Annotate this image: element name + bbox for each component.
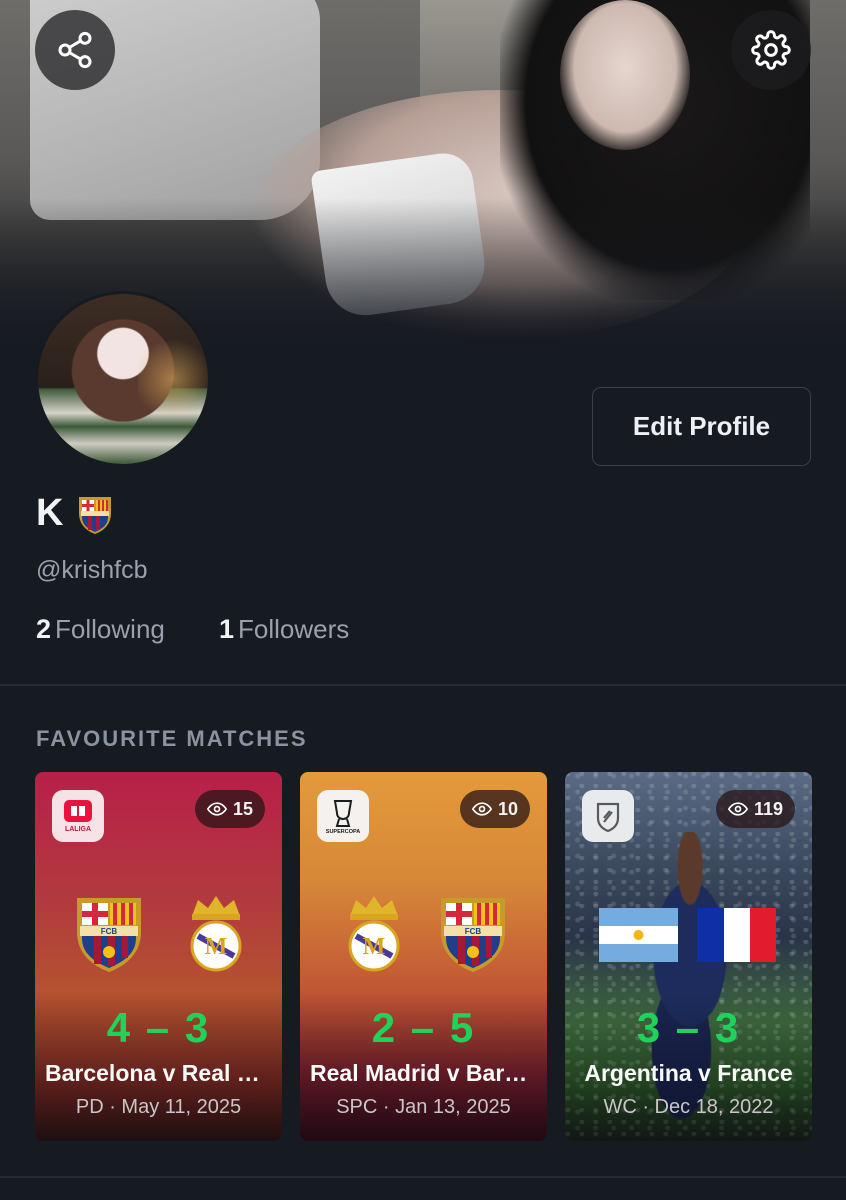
settings-button[interactable]	[731, 10, 811, 90]
laliga-logo: LALIGA	[52, 790, 104, 842]
profile-name: K	[36, 492, 64, 534]
france-flag	[697, 908, 776, 962]
eye-icon	[471, 802, 492, 816]
argentina-flag	[599, 908, 678, 962]
svg-text:SUPERCOPA: SUPERCOPA	[326, 829, 360, 835]
following-count: 2	[36, 614, 52, 644]
match-meta: PD · May 11, 2025	[75, 1096, 242, 1118]
eye-icon	[206, 802, 227, 816]
fc-barcelona-crest: FCB	[441, 898, 505, 972]
gear-icon	[751, 30, 791, 70]
match-title: Real Madrid v Barcelona	[310, 1060, 537, 1086]
svg-text:FCB: FCB	[465, 927, 482, 936]
real-madrid-crest: M	[190, 896, 242, 972]
view-count-badge: 119	[715, 790, 795, 828]
fc-barcelona-crest-icon	[79, 496, 112, 534]
match-meta: WC · Dec 18, 2022	[603, 1096, 774, 1118]
share-button[interactable]	[35, 10, 115, 90]
following-label: Following	[55, 614, 165, 644]
match-title: Barcelona v Real Madrid	[45, 1060, 272, 1086]
view-count: 10	[497, 798, 518, 819]
svg-text:M: M	[363, 934, 386, 960]
section-title: FAVOURITE MATCHES	[36, 726, 308, 751]
following-link[interactable]: 2 Following	[36, 614, 165, 645]
shield-icon	[582, 790, 634, 842]
match-score: 4 – 3	[106, 1004, 211, 1051]
match-title: Argentina v France	[584, 1060, 793, 1086]
eye-icon	[727, 802, 748, 816]
match-score: 2 – 5	[371, 1004, 476, 1051]
svg-text:FCB: FCB	[101, 927, 118, 936]
match-score: 3 – 3	[636, 1004, 741, 1051]
fc-barcelona-crest: FCB	[77, 898, 141, 972]
view-count: 119	[753, 798, 783, 819]
followers-label: Followers	[238, 614, 350, 644]
section-divider	[0, 684, 846, 686]
match-card[interactable]: LALIGA 15 FCB M 4 – 3 Barcelona v Real M…	[35, 772, 282, 1141]
profile-name-row: K	[36, 492, 115, 535]
view-count-badge: 10	[459, 790, 530, 828]
avatar[interactable]	[35, 291, 211, 467]
bottom-divider	[0, 1176, 846, 1178]
edit-profile-button[interactable]: Edit Profile	[592, 387, 811, 466]
match-card[interactable]: 119 3 – 3 Argentina v France WC · Dec 18…	[565, 772, 812, 1141]
view-count: 15	[232, 798, 253, 819]
profile-handle: @krishfcb	[36, 556, 148, 584]
svg-text:M: M	[205, 934, 228, 960]
match-meta: SPC · Jan 13, 2025	[336, 1096, 511, 1118]
followers-count: 1	[219, 614, 235, 644]
share-icon	[58, 31, 92, 69]
match-card[interactable]: SUPERCOPA 10 M FCB 2 – 5 Real Madrid v B…	[300, 772, 547, 1141]
view-count-badge: 15	[194, 790, 265, 828]
svg-text:LALIGA: LALIGA	[65, 826, 91, 833]
followers-link[interactable]: 1 Followers	[219, 614, 349, 645]
real-madrid-crest: M	[348, 896, 400, 972]
supercopa-logo: SUPERCOPA	[317, 790, 369, 842]
